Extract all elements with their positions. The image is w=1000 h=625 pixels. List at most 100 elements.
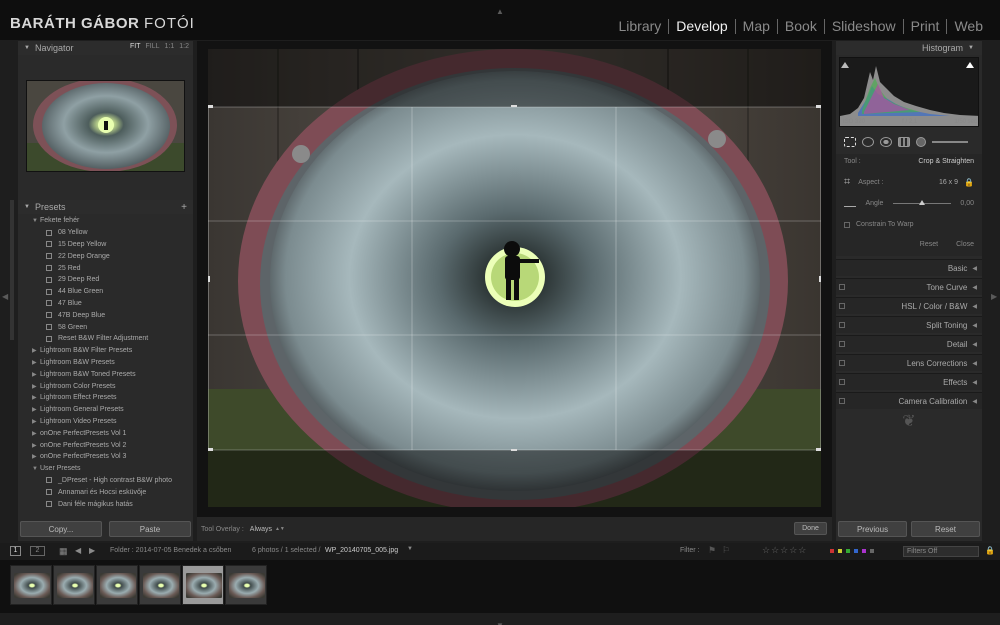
- color-label-filter[interactable]: [830, 549, 874, 553]
- window-1-button[interactable]: 1: [10, 546, 21, 556]
- window-2-button[interactable]: 2: [30, 546, 45, 556]
- copy-button[interactable]: Copy...: [20, 521, 102, 537]
- filter-lock-icon[interactable]: 🔒: [985, 546, 995, 555]
- preset-folder[interactable]: ▶ onOne PerfectPresets Vol 3: [18, 451, 193, 463]
- section-toggle-icon[interactable]: [839, 322, 845, 328]
- reject-filter-icon[interactable]: ⚐: [722, 545, 730, 556]
- done-button[interactable]: Done: [794, 522, 827, 535]
- preset-folder[interactable]: ▼ Fekete fehér: [18, 215, 193, 227]
- right-panel-arrow-icon[interactable]: ▶: [991, 286, 997, 304]
- filters-select[interactable]: Filters Off: [903, 546, 979, 557]
- histogram-display[interactable]: ISO 320 f / 2,1 1/50 sec: [839, 57, 979, 127]
- filmstrip-thumbnail[interactable]: [53, 565, 95, 605]
- paste-button[interactable]: Paste: [109, 521, 191, 537]
- flag-filter-icon[interactable]: ⚑: [708, 545, 716, 556]
- preset-folder[interactable]: ▶ Lightroom Effect Presets: [18, 392, 193, 404]
- crop-frame-icon[interactable]: ⌗: [844, 176, 850, 189]
- histogram-header[interactable]: Histogram ▼: [836, 41, 982, 55]
- crop-tool-icon[interactable]: [844, 137, 856, 147]
- star-rating-filter-icon[interactable]: ☆☆☆☆☆: [762, 545, 807, 556]
- left-panel-arrow-icon[interactable]: ◀: [2, 286, 8, 304]
- preset-item[interactable]: 47B Deep Blue: [18, 309, 193, 321]
- preset-item[interactable]: Annamari és Hocsi esküvője: [18, 486, 193, 498]
- zoom-option[interactable]: 1:1: [165, 43, 175, 50]
- module-book[interactable]: Book: [776, 19, 824, 34]
- angle-slider[interactable]: [892, 200, 951, 205]
- module-map[interactable]: Map: [734, 19, 777, 34]
- crop-reset-button[interactable]: Reset: [920, 241, 938, 248]
- photo-canvas[interactable]: [208, 49, 821, 507]
- preset-folder[interactable]: ▶ onOne PerfectPresets Vol 2: [18, 439, 193, 451]
- preset-item[interactable]: 15 Deep Yellow: [18, 239, 193, 251]
- section-effects[interactable]: Effects ◀: [836, 373, 982, 390]
- bottom-panel-arrow-icon[interactable]: ▼: [496, 615, 504, 625]
- filmstrip-thumbnail[interactable]: [96, 565, 138, 605]
- preset-item[interactable]: 44 Blue Green: [18, 286, 193, 298]
- preset-item[interactable]: 22 Deep Orange: [18, 250, 193, 262]
- preset-folder[interactable]: ▶ Lightroom Color Presets: [18, 380, 193, 392]
- filename-menu-icon[interactable]: ▼: [407, 546, 413, 552]
- tool-overlay-select[interactable]: Always: [250, 526, 272, 533]
- filmstrip-thumbnail[interactable]: [10, 565, 52, 605]
- section-toggle-icon[interactable]: [839, 379, 845, 385]
- grid-view-icon[interactable]: ▦: [59, 546, 68, 557]
- crop-close-button[interactable]: Close: [956, 241, 974, 248]
- adjustment-brush-icon[interactable]: [932, 141, 968, 143]
- top-panel-arrow-icon[interactable]: ▲: [496, 1, 504, 19]
- reset-button[interactable]: Reset: [911, 521, 980, 537]
- section-toggle-icon[interactable]: [839, 303, 845, 309]
- constrain-checkbox[interactable]: [844, 221, 850, 228]
- section-tone-curve[interactable]: Tone Curve ◀: [836, 278, 982, 295]
- module-slideshow[interactable]: Slideshow: [823, 19, 903, 34]
- section-detail[interactable]: Detail ◀: [836, 335, 982, 352]
- spot-removal-icon[interactable]: [862, 137, 874, 147]
- preset-item[interactable]: 58 Green: [18, 321, 193, 333]
- navigator-preview[interactable]: [26, 80, 185, 172]
- aspect-select[interactable]: 16 x 9: [939, 179, 958, 186]
- module-print[interactable]: Print: [902, 19, 947, 34]
- preset-folder[interactable]: ▶ Lightroom Video Presets: [18, 416, 193, 428]
- lock-icon[interactable]: 🔒: [964, 178, 974, 187]
- graduated-filter-icon[interactable]: [898, 137, 910, 147]
- preset-item[interactable]: 25 Red: [18, 262, 193, 274]
- preset-folder[interactable]: ▶ Lightroom B&W Filter Presets: [18, 345, 193, 357]
- back-arrow-icon[interactable]: ◀: [75, 546, 81, 555]
- section-split-toning[interactable]: Split Toning ◀: [836, 316, 982, 333]
- preset-folder[interactable]: ▼ User Presets: [18, 463, 193, 475]
- preset-folder[interactable]: ▶ Lightroom General Presets: [18, 404, 193, 416]
- radial-filter-icon[interactable]: [916, 137, 926, 147]
- module-develop[interactable]: Develop: [668, 19, 734, 34]
- add-preset-icon[interactable]: +: [181, 202, 187, 213]
- section-basic[interactable]: Basic ◀: [836, 259, 982, 276]
- preset-item[interactable]: _DPreset - High contrast B&W photo: [18, 475, 193, 487]
- presets-header[interactable]: ▼ Presets +: [18, 200, 193, 214]
- section-camera-calibration[interactable]: Camera Calibration ◀: [836, 392, 982, 409]
- filename[interactable]: WP_20140705_005.jpg: [325, 547, 398, 554]
- straighten-tool-icon[interactable]: [844, 201, 856, 207]
- preset-item[interactable]: 47 Blue: [18, 298, 193, 310]
- preset-item[interactable]: Dani féle mágikus hatás: [18, 498, 193, 510]
- section-toggle-icon[interactable]: [839, 360, 845, 366]
- previous-button[interactable]: Previous: [838, 521, 907, 537]
- filmstrip-thumbnail[interactable]: [182, 565, 224, 605]
- module-library[interactable]: Library: [612, 19, 669, 34]
- section-hsl-color-b-w[interactable]: HSL / Color / B&W ◀: [836, 297, 982, 314]
- angle-slider-handle[interactable]: [918, 200, 925, 205]
- angle-value[interactable]: 0,00: [960, 200, 974, 207]
- red-eye-icon[interactable]: [880, 137, 892, 147]
- section-toggle-icon[interactable]: [839, 341, 845, 347]
- section-lens-corrections[interactable]: Lens Corrections ◀: [836, 354, 982, 371]
- zoom-option[interactable]: FIT: [130, 43, 141, 50]
- section-toggle-icon[interactable]: [839, 398, 845, 404]
- filmstrip-thumbnail[interactable]: [225, 565, 267, 605]
- preset-item[interactable]: 29 Deep Red: [18, 274, 193, 286]
- preset-folder[interactable]: ▶ Lightroom B&W Presets: [18, 357, 193, 369]
- preset-item[interactable]: 08 Yellow: [18, 227, 193, 239]
- navigator-header[interactable]: ▼ Navigator FIT FILL 1:1 1:2: [18, 41, 193, 55]
- section-toggle-icon[interactable]: [839, 284, 845, 290]
- folder-path[interactable]: Folder : 2014-07-05 Benedek a csőben: [110, 547, 231, 554]
- preset-folder[interactable]: ▶ Lightroom B&W Toned Presets: [18, 368, 193, 380]
- forward-arrow-icon[interactable]: ▶: [89, 546, 95, 555]
- left-scrollbar[interactable]: [10, 200, 14, 340]
- zoom-option[interactable]: FILL: [146, 43, 160, 50]
